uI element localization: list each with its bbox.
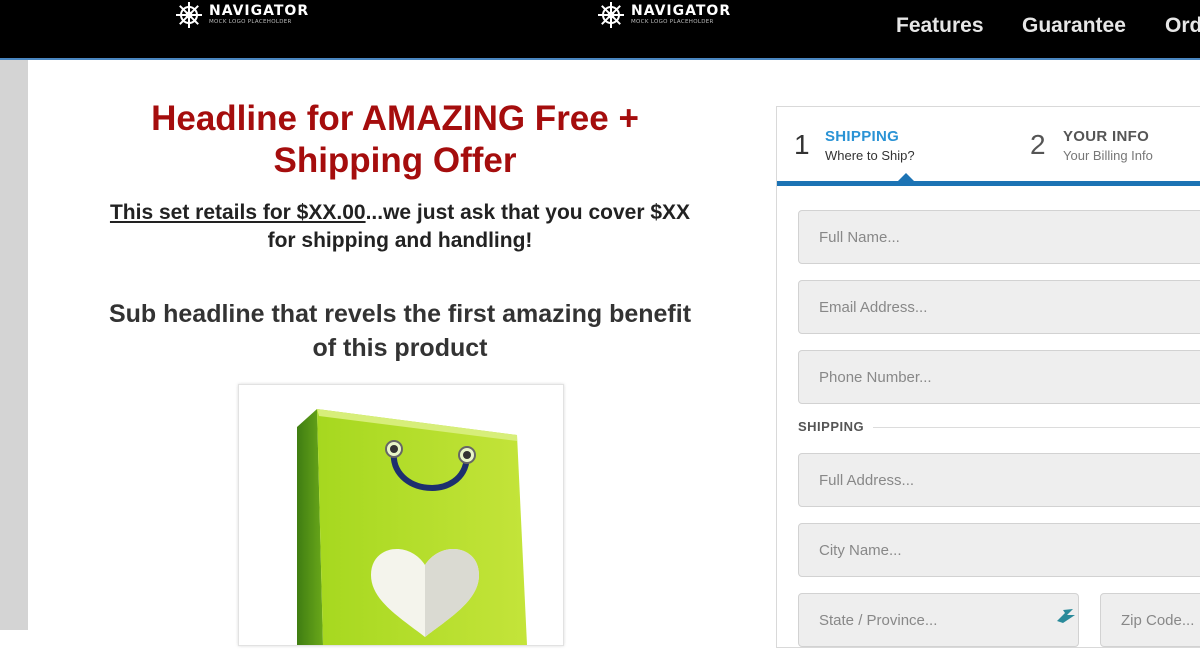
product-image-frame — [238, 384, 564, 646]
logo-brand-text: NAVIGATOR — [631, 3, 732, 20]
logo-subtext: MOCK LOGO PLACEHOLDER — [631, 19, 714, 26]
autofill-icon[interactable] — [1055, 607, 1077, 625]
ship-wheel-icon — [176, 2, 202, 28]
phone-input[interactable] — [798, 350, 1200, 404]
nav-link-features[interactable]: Features — [896, 14, 984, 38]
header-divider — [0, 58, 1200, 60]
nav-link-guarantee[interactable]: Guarantee — [1022, 14, 1126, 38]
retail-price-underlined: This set retails for $XX.00 — [109, 201, 366, 224]
shopping-bag-icon — [297, 409, 527, 645]
headline-line-1: Headline for AMAZING Free + — [151, 99, 639, 138]
sub-headline: Sub headline that revels the first amazi… — [55, 297, 745, 365]
left-page-gutter — [0, 60, 28, 630]
sub-headline-line-2: of this product — [312, 334, 488, 362]
city-input[interactable] — [798, 523, 1200, 577]
sub-headline-line-1: Sub headline that revels the first amazi… — [108, 300, 692, 328]
page-headline: Headline for AMAZING Free + Shipping Off… — [95, 98, 695, 182]
zip-code-input[interactable] — [1100, 593, 1200, 647]
retail-line-2: for shipping and handling! — [267, 229, 533, 252]
retail-price-rest: ...we just ask that you cover $XX — [365, 201, 691, 224]
shipping-section-divider — [873, 427, 1200, 428]
full-name-input[interactable] — [798, 210, 1200, 264]
step-2-subtitle: Your Billing Info — [1063, 148, 1153, 163]
state-province-input[interactable] — [798, 593, 1079, 647]
logo-brand-text: NAVIGATOR — [209, 3, 310, 20]
ship-wheel-icon — [598, 2, 624, 28]
step-2-title: YOUR INFO — [1063, 128, 1150, 145]
step-2-number: 2 — [1030, 129, 1046, 160]
step-progress-bar — [777, 181, 1200, 186]
retail-offer-text: This set retails for $XX.00...we just as… — [60, 199, 740, 255]
step-1-title: SHIPPING — [825, 128, 900, 145]
logo-center[interactable]: NAVIGATOR MOCK LOGO PLACEHOLDER — [597, 0, 731, 30]
active-step-caret — [897, 173, 915, 182]
headline-line-2: Shipping Offer — [273, 141, 517, 180]
logo-subtext: MOCK LOGO PLACEHOLDER — [209, 19, 292, 26]
shipping-section-label: SHIPPING — [798, 419, 865, 434]
email-input[interactable] — [798, 280, 1200, 334]
step-1-number: 1 — [794, 129, 810, 160]
full-address-input[interactable] — [798, 453, 1200, 507]
logo-left[interactable]: NAVIGATOR MOCK LOGO PLACEHOLDER — [175, 0, 309, 30]
nav-link-order[interactable]: Ord — [1165, 14, 1200, 38]
step-1-subtitle: Where to Ship? — [825, 148, 915, 163]
